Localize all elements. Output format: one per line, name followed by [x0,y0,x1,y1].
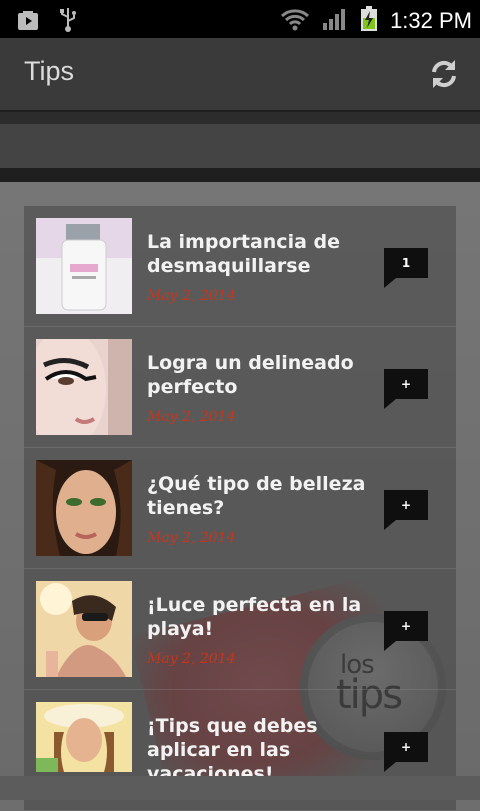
status-bar: 1:32 PM [0,0,480,38]
comment-count-button[interactable]: 1 [384,248,428,288]
usb-icon [58,7,78,37]
article-thumbnail [36,581,132,677]
article-date: May 2, 2014 [147,651,236,667]
comment-count-button[interactable]: + [384,490,428,530]
battery-charging-icon [360,6,378,36]
bottom-edge [0,776,480,800]
comment-count-button[interactable]: + [384,611,428,651]
comment-count-button[interactable]: + [384,732,428,772]
article-thumbnail [36,218,132,314]
page-title: Tips [24,56,75,86]
article-thumbnail [36,339,132,435]
article-list: La importancia de desmaquillarse May 2, … [24,206,456,811]
list-item[interactable]: ¡Luce perfecta en la playa! May 2, 2014 … [24,569,456,690]
refresh-icon[interactable] [426,56,462,92]
play-store-icon [16,8,40,36]
article-date: May 2, 2014 [147,288,236,304]
article-title: Logra un delineado perfecto [147,352,354,398]
article-date: May 2, 2014 [147,530,236,546]
list-item[interactable]: La importancia de desmaquillarse May 2, … [24,206,456,327]
status-time: 1:32 PM [390,8,472,33]
article-date: May 2, 2014 [147,409,236,425]
article-title: La importancia de desmaquillarse [147,231,341,277]
comment-count-button[interactable]: + [384,369,428,409]
article-title: ¿Qué tipo de belleza tienes? [147,473,366,519]
divider [0,112,480,124]
sub-toolbar [0,124,480,168]
list-item[interactable]: ¿Qué tipo de belleza tienes? May 2, 2014… [24,448,456,569]
action-bar: Tips [0,38,480,112]
wifi-icon [280,7,310,35]
article-thumbnail [36,460,132,556]
divider [0,168,480,182]
signal-icon [322,7,348,35]
list-item[interactable]: Logra un delineado perfecto May 2, 2014 … [24,327,456,448]
article-title: ¡Luce perfecta en la playa! [147,594,362,640]
